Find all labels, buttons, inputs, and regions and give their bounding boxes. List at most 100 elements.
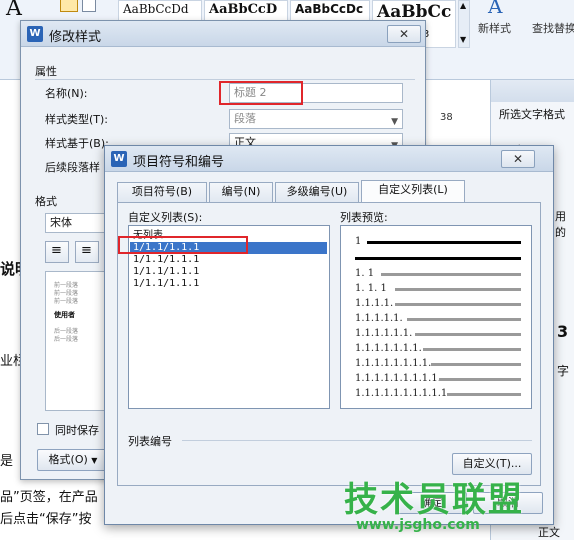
chevron-down-icon: ▼ (391, 117, 398, 127)
watermark-logo-text: 技术员联盟 (344, 480, 524, 520)
preview-level: 1.1.1.1.1.1.1.1.1.1. (355, 388, 451, 399)
gallery-scroll[interactable]: ▲ ▼ (458, 0, 470, 48)
find-replace-label: 查找替换 (532, 22, 574, 35)
highlight-box (118, 236, 248, 254)
preview-label: 列表预览: (340, 211, 388, 224)
preview-line (367, 241, 521, 244)
clear-format-icon[interactable] (82, 0, 96, 12)
preview-level: 1.1.1.1.1.1.1.1.1. (355, 373, 441, 384)
close-icon: ✕ (512, 152, 524, 166)
preview-level: 1. 1 (355, 268, 375, 279)
dialog-title: 修改样式 (49, 30, 102, 45)
format-menu-button[interactable]: 格式(O) ▼ (37, 449, 109, 471)
chevron-up-icon: ▲ (460, 1, 467, 10)
preview-level: 1.1.1.1. (355, 298, 394, 309)
swatch-text: AaBbCcDc (295, 2, 364, 16)
tab-label: 多级编号(U) (286, 185, 348, 198)
preview-level: 1.1.1.1.1.1.1. (355, 343, 422, 354)
new-style-label: 新样式 (478, 22, 511, 35)
new-style-icon: A (488, 0, 503, 18)
list-item[interactable]: 1/1.1/1.1.1 (133, 254, 199, 266)
sync-label: 同时保存 (55, 424, 99, 437)
pane-title: 所选文字格式 (499, 108, 565, 121)
close-icon: ✕ (398, 27, 410, 41)
highlight-box (219, 81, 303, 105)
swatch-text: AaBbCcDd (123, 2, 189, 16)
tab-custom-list[interactable]: 自定义列表(L) (361, 180, 465, 202)
tab-label: 编号(N) (221, 185, 261, 198)
align-center-button[interactable]: ≡ (75, 241, 99, 263)
find-replace-button[interactable]: 查找替换 (530, 0, 574, 48)
preview-sample: 使用者 (54, 311, 75, 319)
align-center-icon: ≡ (81, 243, 92, 258)
style-preview: 前一段落 前一段落 前一段落 使用者 后一段落 后一段落 (45, 271, 105, 411)
align-left-button[interactable]: ≡ (45, 241, 69, 263)
preview-level: 1.1.1.1.1.1. (355, 328, 413, 339)
preview-line (355, 257, 521, 260)
tab-multilevel[interactable]: 多级编号(U) (275, 182, 359, 202)
chevron-down-icon: ▼ (91, 456, 98, 465)
preview-level: 1. 1. 1 (355, 283, 387, 294)
section-format: 格式 (35, 195, 57, 208)
section-properties: 属性 (35, 65, 57, 78)
preview-after: 后一段落 (54, 336, 79, 343)
wps-logo-icon: W (27, 26, 43, 42)
ruler-number: 38 (440, 112, 453, 123)
list-number-label: 列表编号 (128, 435, 172, 448)
tab-numbering[interactable]: 编号(N) (209, 182, 273, 202)
preview-line (415, 333, 521, 336)
preview-level: 1 (355, 236, 362, 247)
swatch-text: AaBbCc (377, 2, 452, 22)
font-color-letter[interactable]: A (6, 0, 22, 21)
close-button[interactable]: ✕ (501, 150, 535, 168)
style-type-value: 段落 (234, 112, 256, 125)
tab-bullets[interactable]: 项目符号(B) (117, 182, 207, 202)
list-preview-box: 1 1. 1 1. 1. 1 1.1.1.1. 1.1.1.1.1. 1.1.1… (340, 225, 532, 409)
font-select[interactable]: 宋体 (45, 213, 105, 233)
tab-label: 项目符号(B) (131, 185, 193, 198)
dialog-title: 项目符号和编号 (133, 155, 225, 170)
preview-line (447, 393, 521, 396)
list-item[interactable]: 1/1.1/1.1.1 (133, 266, 199, 278)
preview-line (407, 318, 521, 321)
swatch-text: AaBbCcD (209, 2, 278, 17)
doc-fragment: 品”页签，在产品 (0, 490, 98, 505)
new-style-button[interactable]: A 新样式 (478, 0, 518, 48)
align-left-icon: ≡ (51, 243, 62, 258)
preview-line (381, 273, 521, 276)
watermark-url: www.jsgho.com (356, 517, 546, 537)
style-type-select[interactable]: 段落 ▼ (229, 109, 403, 129)
close-button[interactable]: ✕ (387, 25, 421, 43)
watermark-url-text: www.jsgho.com (356, 517, 480, 533)
dialog-titlebar[interactable]: W 项目符号和编号 ✕ (105, 146, 553, 172)
wps-logo-icon: W (111, 151, 127, 167)
style-type-label: 样式类型(T): (45, 113, 109, 126)
pane-fragment-3: 3 (557, 322, 569, 341)
preview-line (431, 363, 521, 366)
doc-fragment: 后点击“保存”按 (0, 512, 92, 527)
divider (182, 440, 532, 441)
bullets-numbering-dialog: W 项目符号和编号 ✕ 项目符号(B) 编号(N) 多级编号(U) 自定义列表(… (104, 145, 554, 525)
preview-line (439, 378, 521, 381)
preview-line (395, 303, 521, 306)
preview-before: 前一段落 (54, 298, 79, 305)
preview-line (423, 348, 521, 351)
format-painter-icon[interactable] (60, 0, 78, 12)
preview-line (395, 288, 521, 291)
format-button-label: 格式(O) (48, 453, 88, 466)
doc-fragment: 是 (0, 454, 14, 469)
custom-list-label: 自定义列表(S): (128, 211, 203, 224)
based-on-label: 样式基于(B): (45, 137, 109, 150)
preview-level: 1.1.1.1.1. (355, 313, 403, 324)
sync-checkbox[interactable] (37, 423, 49, 435)
list-item[interactable]: 1/1.1/1.1.1 (133, 278, 199, 290)
name-label: 名称(N): (45, 87, 88, 100)
chevron-down-icon: ▼ (460, 35, 467, 44)
pane-fragment: 用的 (555, 210, 566, 239)
watermark-logo: 技术员联盟 (344, 472, 534, 520)
preview-level: 1.1.1.1.1.1.1.1. (355, 358, 432, 369)
dialog-titlebar[interactable]: W 修改样式 ✕ (21, 21, 425, 47)
pane-fragment-zi: 字 (557, 364, 570, 378)
next-style-label: 后续段落样 (45, 161, 100, 174)
tab-label: 自定义列表(L) (378, 183, 448, 196)
